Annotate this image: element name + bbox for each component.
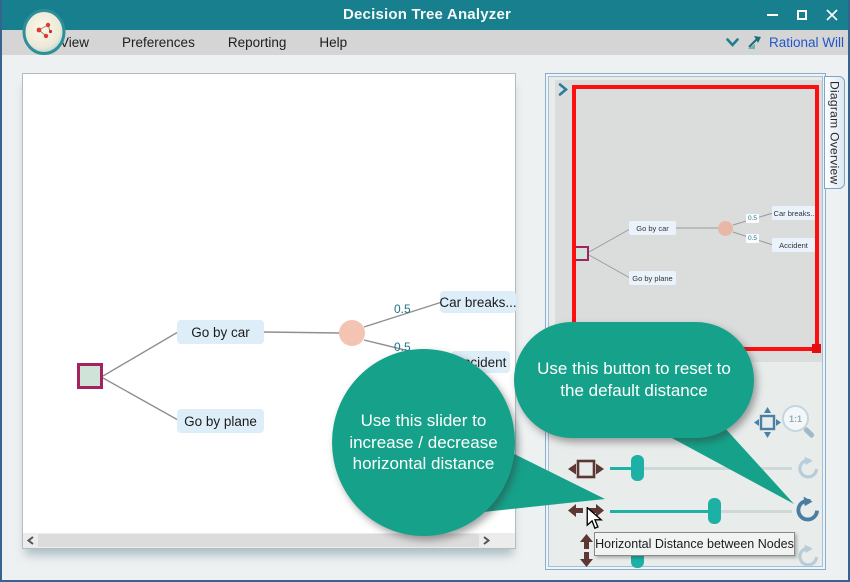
- menu-help[interactable]: Help: [319, 35, 347, 50]
- node-width-slider-thumb[interactable]: [631, 455, 644, 481]
- node-width-icon: [567, 455, 605, 483]
- callout-slider-text: Use this slider to increase / decrease h…: [349, 410, 499, 475]
- callout-slider-bubble: Use this slider to increase / decrease h…: [332, 349, 515, 536]
- zoom-1-1-label: 1:1: [789, 414, 802, 424]
- horizontal-distance-slider-thumb[interactable]: [708, 498, 721, 524]
- scroll-right-icon: [483, 536, 490, 545]
- slider-tooltip: Horizontal Distance between Nodes: [594, 532, 795, 556]
- reset-vertical-distance-button[interactable]: [796, 544, 820, 568]
- close-icon: [826, 9, 838, 21]
- probability-label: 0.5: [394, 302, 411, 316]
- scroll-right-button[interactable]: [479, 533, 494, 548]
- chance-node[interactable]: [339, 320, 365, 346]
- outcome-label-car-breaks[interactable]: Car breaks...: [440, 291, 516, 313]
- viewport-rectangle[interactable]: [572, 85, 819, 351]
- mouse-cursor-icon: [586, 507, 603, 530]
- callout-reset-bubble: Use this button to reset to the default …: [514, 322, 754, 438]
- viewport-resize-handle[interactable]: [812, 344, 821, 353]
- branch-label-go-by-car[interactable]: Go by car: [177, 320, 264, 344]
- rational-will-link[interactable]: Rational Will: [769, 35, 844, 50]
- decision-node[interactable]: [77, 363, 103, 389]
- horizontal-distance-slider[interactable]: [610, 510, 792, 513]
- rational-will-icon: [746, 35, 762, 50]
- scrollbar-thumb[interactable]: [38, 534, 479, 547]
- pan-icon[interactable]: [754, 407, 781, 438]
- app-logo-icon: [22, 9, 66, 55]
- chevron-down-icon[interactable]: [726, 38, 739, 47]
- reset-node-width-button[interactable]: [796, 456, 820, 480]
- minimize-icon: [767, 14, 778, 16]
- app-window: Decision Tree Analyzer View Preferences …: [0, 0, 850, 582]
- menu-preferences[interactable]: Preferences: [122, 35, 195, 50]
- scroll-left-button[interactable]: [23, 533, 38, 548]
- tab-diagram-overview[interactable]: Diagram Overview: [824, 76, 845, 189]
- panel-expand-icon[interactable]: [558, 83, 569, 96]
- horizontal-scrollbar[interactable]: [23, 533, 515, 548]
- menu-reporting[interactable]: Reporting: [228, 35, 287, 50]
- close-button[interactable]: [824, 7, 840, 23]
- maximize-button[interactable]: [794, 7, 810, 23]
- branch-label-go-by-plane[interactable]: Go by plane: [177, 409, 264, 433]
- reset-horizontal-distance-button[interactable]: [794, 496, 821, 523]
- window-title: Decision Tree Analyzer: [2, 6, 850, 23]
- tab-diagram-overview-label: Diagram Overview: [828, 81, 842, 185]
- callout-reset-text: Use this button to reset to the default …: [532, 358, 737, 402]
- zoom-1-1-button[interactable]: 1:1: [782, 405, 809, 432]
- slider-tooltip-text: Horizontal Distance between Nodes: [595, 537, 794, 551]
- minimize-button[interactable]: [764, 7, 780, 23]
- vertical-distance-icon: [579, 534, 594, 567]
- scroll-left-icon: [27, 536, 34, 545]
- maximize-icon: [797, 10, 807, 20]
- title-bar: Decision Tree Analyzer: [2, 0, 850, 30]
- menu-bar: View Preferences Reporting Help Rational…: [2, 30, 850, 55]
